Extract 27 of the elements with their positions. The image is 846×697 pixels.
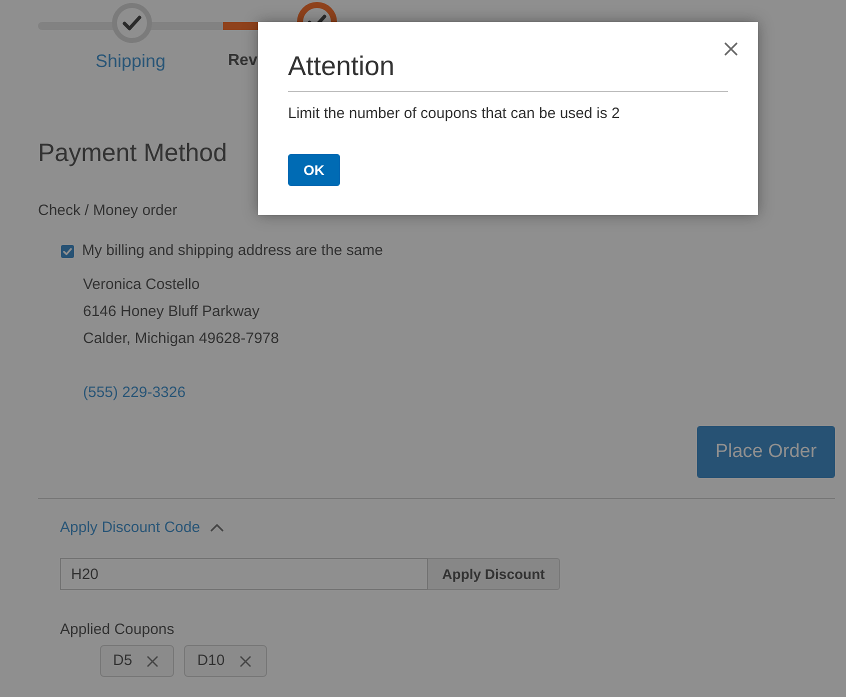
section-title: Payment Method — [38, 138, 227, 169]
coupon-code: D5 — [113, 651, 132, 671]
remove-icon[interactable] — [240, 656, 251, 666]
step-check-icon — [112, 3, 152, 43]
caret-icon[interactable] — [210, 524, 224, 532]
address-line: Veronica Costello — [83, 275, 200, 295]
checkbox[interactable] — [61, 244, 74, 258]
step-check-icon — [297, 2, 337, 22]
close-icon — [724, 42, 738, 56]
step-label[interactable]: Shipping — [95, 49, 166, 73]
ok-button[interactable]: OK — [288, 154, 340, 186]
step-label: Rev — [228, 51, 258, 71]
checkbox-label: My billing and shipping address are the same — [82, 241, 384, 261]
place-order-button[interactable]: Place Order — [697, 426, 835, 478]
discount-code-field[interactable]: H20 — [60, 558, 428, 590]
discount-toggle-link[interactable]: Apply Discount Code — [60, 518, 200, 538]
modal-message: Limit the number of coupons that can be used is 2 — [288, 104, 620, 124]
phone-link[interactable]: (555) 229-3326 — [83, 379, 186, 406]
close-button[interactable] — [724, 42, 738, 56]
payment-method-label: Check / Money order — [38, 201, 178, 221]
coupon-code: D10 — [197, 651, 225, 671]
applied-coupons-label: Applied Coupons — [60, 620, 174, 640]
modal-title: Attention — [288, 50, 395, 82]
apply-discount-button[interactable]: Apply Discount — [428, 558, 560, 590]
address-line: Calder, Michigan 49628-7978 — [83, 329, 279, 349]
address-line: 6146 Honey Bluff Parkway — [83, 302, 260, 322]
remove-icon[interactable] — [147, 656, 158, 666]
